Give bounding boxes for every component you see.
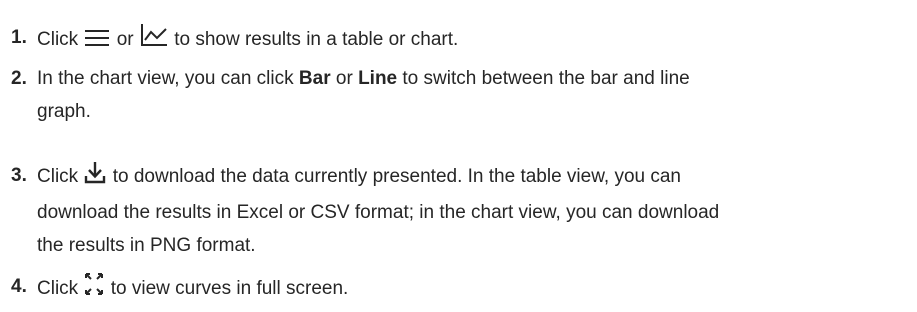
step-number: 2. xyxy=(11,68,27,89)
step-number: 4. xyxy=(11,276,27,297)
list-view-icon xyxy=(84,27,110,58)
step-3-line3: the results in PNG format. xyxy=(37,235,256,256)
step-text: Click to download the data currently pre… xyxy=(37,161,897,260)
fullscreen-icon xyxy=(84,272,104,305)
download-icon xyxy=(84,161,106,194)
step-2-before: In the chart view, you can click xyxy=(37,68,294,89)
step-2-after: to switch between the bar and line xyxy=(402,68,690,89)
click-label: Click xyxy=(37,29,79,50)
step-text: Click to view curves in full screen. xyxy=(37,272,897,305)
step-text: In the chart view, you can click Bar or … xyxy=(37,64,897,126)
step-2-after2: graph. xyxy=(37,101,91,122)
step-3-line1: to download the data currently presented… xyxy=(112,166,681,187)
click-label: Click xyxy=(37,166,79,187)
bar-label: Bar xyxy=(298,68,331,89)
instructions-list: 1. Click or to show results in a table o… xyxy=(0,0,917,312)
step-1-rest: to show results in a table or chart. xyxy=(174,29,459,50)
step-3-line2: download the results in Excel or CSV for… xyxy=(37,202,720,223)
click-label: Click xyxy=(37,278,79,299)
line-label: Line xyxy=(358,68,398,89)
step-4-rest: to view curves in full screen. xyxy=(110,278,349,299)
step-text: Click or to show results in a table or c… xyxy=(37,23,897,58)
step-number: 3. xyxy=(11,165,27,186)
chart-view-icon xyxy=(140,23,168,56)
or-label: or xyxy=(116,29,134,50)
step-number: 1. xyxy=(11,27,27,48)
or-label: or xyxy=(335,68,353,89)
